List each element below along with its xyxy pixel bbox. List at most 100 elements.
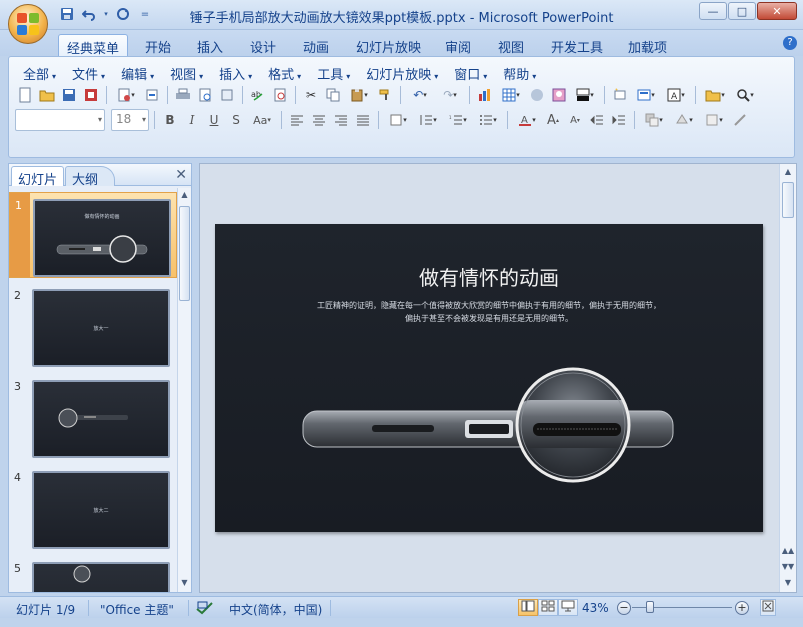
help-icon[interactable]: ? xyxy=(783,36,797,50)
font-size-combo[interactable]: 18 ▾ xyxy=(111,109,149,131)
next-slide-icon[interactable]: ▼▼ xyxy=(780,562,796,571)
tab-review[interactable]: 审阅 xyxy=(437,34,479,56)
menu-slideshow[interactable]: 幻灯片放映 ▾ xyxy=(358,63,446,84)
new-file-icon[interactable] xyxy=(15,85,35,105)
scroll-down-arrow-icon[interactable]: ▼ xyxy=(178,578,191,590)
insert-table-icon[interactable]: ▾ xyxy=(497,85,525,105)
decrease-indent-icon[interactable] xyxy=(587,110,607,130)
close-button[interactable]: ✕ xyxy=(757,2,797,20)
increase-indent-icon[interactable] xyxy=(609,110,629,130)
tab-slideshow[interactable]: 幻灯片放映 xyxy=(348,34,429,56)
slide-thumbnail-4[interactable]: 4 放大二 xyxy=(9,465,177,551)
text-box-icon[interactable]: A ▾ xyxy=(662,85,690,105)
slide-area-scrollbar[interactable]: ▲ ▲▲ ▼▼ ▼ xyxy=(779,164,796,592)
insert-chart-icon[interactable] xyxy=(475,85,495,105)
page-icon[interactable] xyxy=(217,85,237,105)
tab-addins[interactable]: 加载项 xyxy=(620,34,675,56)
slide-thumbnail-2[interactable]: 2 放大一 xyxy=(9,283,177,369)
underline-button[interactable]: U xyxy=(204,110,224,130)
slide-thumbnail-5[interactable]: 5 xyxy=(9,556,177,592)
menu-all[interactable]: 全部 ▾ xyxy=(15,63,64,84)
language-indicator[interactable]: 中文(简体，中国) xyxy=(229,601,322,618)
align-left-icon[interactable] xyxy=(287,110,307,130)
shapes-folder-icon[interactable]: ▾ xyxy=(701,85,729,105)
slide-thumbnail-3[interactable]: 3 xyxy=(9,374,177,460)
slideshow-view-button[interactable] xyxy=(558,599,578,616)
minimize-button[interactable]: — xyxy=(699,2,727,20)
slide-thumbnail-1[interactable]: 1 做有情怀的动画 xyxy=(9,192,177,278)
arrange-icon[interactable]: ▾ xyxy=(640,110,668,130)
zoom-out-button[interactable]: − xyxy=(617,601,631,615)
print-preview-icon[interactable] xyxy=(195,85,215,105)
open-folder-icon[interactable] xyxy=(37,85,57,105)
text-direction-icon[interactable]: ▾ xyxy=(384,110,412,130)
spell-check-icon[interactable] xyxy=(196,601,214,618)
tab-outline[interactable]: 大纲 xyxy=(65,166,116,188)
justify-icon[interactable] xyxy=(353,110,373,130)
copy-icon[interactable] xyxy=(323,85,343,105)
slide-sorter-view-button[interactable] xyxy=(538,599,558,616)
redo-toolbar-icon[interactable]: ↷ ▾ xyxy=(436,85,464,105)
office-button[interactable] xyxy=(8,4,48,44)
menu-format[interactable]: 格式 ▾ xyxy=(260,63,309,84)
tab-slides[interactable]: 幻灯片 xyxy=(11,166,65,188)
scroll-down-arrow-icon[interactable]: ▼ xyxy=(780,578,796,587)
color-scheme-icon[interactable]: ▾ xyxy=(571,85,599,105)
bold-button[interactable]: B xyxy=(160,110,180,130)
italic-button[interactable]: I xyxy=(182,110,202,130)
spelling-icon[interactable]: ab xyxy=(248,85,268,105)
font-color-icon[interactable]: A ▾ xyxy=(513,110,541,130)
tab-home[interactable]: 开始 xyxy=(137,34,179,56)
cut-icon[interactable]: ✂ xyxy=(301,85,321,105)
permission-icon[interactable] xyxy=(81,85,101,105)
zoom-in-button[interactable]: + xyxy=(735,601,749,615)
fit-to-window-button[interactable] xyxy=(760,599,776,616)
shape-outline-icon[interactable] xyxy=(730,110,750,130)
font-name-combo[interactable]: ▾ xyxy=(15,109,105,131)
document-options-icon[interactable]: ▾ xyxy=(112,85,140,105)
tab-insert[interactable]: 插入 xyxy=(189,34,231,56)
quick-styles-icon[interactable]: ▾ xyxy=(670,110,698,130)
menu-tools[interactable]: 工具 ▾ xyxy=(309,63,358,84)
menu-window[interactable]: 窗口 ▾ xyxy=(446,63,495,84)
menu-insert[interactable]: 插入 ▾ xyxy=(211,63,260,84)
change-case-button[interactable]: Aa ▾ xyxy=(248,110,276,130)
align-center-icon[interactable] xyxy=(309,110,329,130)
menu-edit[interactable]: 编辑 ▾ xyxy=(113,63,162,84)
zoom-level[interactable]: 43% xyxy=(582,601,609,615)
zoom-slider-knob[interactable] xyxy=(646,601,655,613)
insert-picture-icon[interactable] xyxy=(549,85,569,105)
tab-developer[interactable]: 开发工具 xyxy=(543,34,611,56)
tab-classic-menu[interactable]: 经典菜单 xyxy=(58,34,129,57)
shadow-button[interactable]: S xyxy=(226,110,246,130)
layout-icon[interactable]: ▾ xyxy=(632,85,660,105)
scroll-up-arrow-icon[interactable]: ▲ xyxy=(780,167,796,176)
numbering-icon[interactable]: 1 ▾ xyxy=(444,110,472,130)
paste-icon[interactable]: ▾ xyxy=(345,85,373,105)
line-spacing-icon[interactable]: ▾ xyxy=(414,110,442,130)
decrease-font-icon[interactable]: A ▾ xyxy=(565,110,585,130)
shape-fill-icon[interactable]: ▾ xyxy=(700,110,728,130)
publish-icon[interactable] xyxy=(142,85,162,105)
save-file-icon[interactable] xyxy=(59,85,79,105)
print-icon[interactable] xyxy=(173,85,193,105)
normal-view-button[interactable] xyxy=(518,599,538,616)
menu-help[interactable]: 帮助 ▾ xyxy=(495,63,544,84)
find-icon[interactable]: ▾ xyxy=(731,85,759,105)
pane-close-icon[interactable]: ✕ xyxy=(175,167,187,183)
bullets-icon[interactable]: ▾ xyxy=(474,110,502,130)
previous-slide-icon[interactable]: ▲▲ xyxy=(780,546,796,555)
scroll-thumb[interactable] xyxy=(179,206,190,301)
scroll-thumb[interactable] xyxy=(782,182,794,218)
tab-design[interactable]: 设计 xyxy=(242,34,284,56)
menu-file[interactable]: 文件 ▾ xyxy=(64,63,113,84)
slides-pane-scrollbar[interactable]: ▲ ▼ xyxy=(177,188,191,592)
tab-animation[interactable]: 动画 xyxy=(295,34,337,56)
menu-view[interactable]: 视图 ▾ xyxy=(162,63,211,84)
scroll-up-arrow-icon[interactable]: ▲ xyxy=(178,190,191,202)
research-icon[interactable] xyxy=(270,85,290,105)
new-slide-icon[interactable] xyxy=(610,85,630,105)
format-painter-icon[interactable] xyxy=(375,85,395,105)
maximize-button[interactable]: □ xyxy=(728,2,756,20)
undo-toolbar-icon[interactable]: ↶ ▾ xyxy=(406,85,434,105)
